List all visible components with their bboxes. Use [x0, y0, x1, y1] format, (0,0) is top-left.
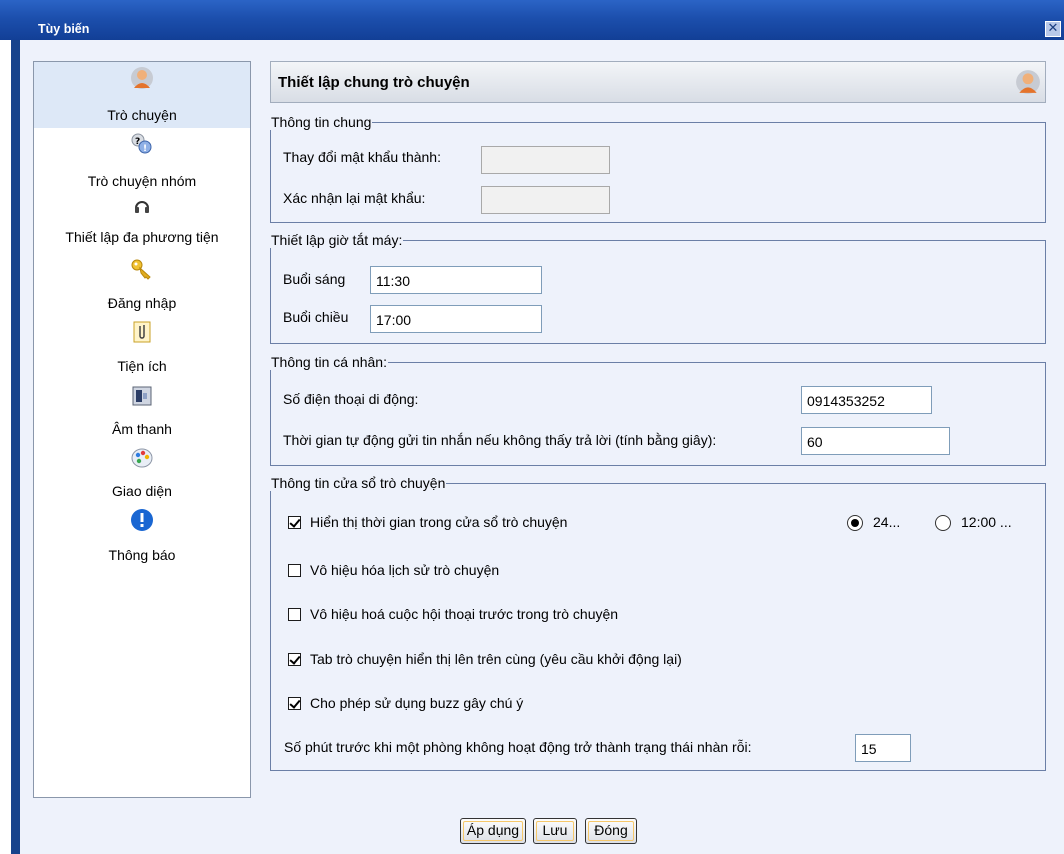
info-icon — [131, 509, 153, 531]
close-button[interactable]: Đóng — [585, 818, 637, 844]
autoreply-seconds-field[interactable]: 60 — [801, 427, 950, 455]
page-header: Thiết lập chung trò chuyện — [270, 61, 1046, 103]
confirm-password-label: Xác nhận lại mật khẩu: — [283, 190, 426, 206]
chat-window-legend: Thông tin cửa sổ trò chuyện — [271, 475, 446, 491]
window-title: Tùy biến — [38, 22, 90, 36]
clip-icon — [133, 321, 151, 343]
morning-time-field[interactable]: 11:30 — [370, 266, 542, 294]
preferences-window: Tùy biến ✕ Trò chuyện ? ! Trò chuyện nhó… — [0, 0, 1064, 854]
sidebar-item-login[interactable]: Đăng nhập — [34, 250, 250, 314]
phone-label: Số điện thoại di động: — [283, 391, 419, 407]
allow-buzz-label: Cho phép sử dụng buzz gây chú ý — [310, 695, 524, 711]
page-title: Thiết lập chung trò chuyện — [278, 74, 470, 91]
sidebar-item-notifications[interactable]: Thông báo — [34, 500, 250, 566]
palette-icon — [131, 448, 153, 468]
sidebar-item-appearance[interactable]: Giao diện — [34, 438, 250, 500]
radio-12h-label: 12:00 ... — [961, 514, 1012, 530]
sidebar-item-label: Trò chuyện nhóm — [87, 173, 197, 189]
radio-24h-label: 24... — [873, 514, 901, 530]
checkbox-tabs-on-top[interactable] — [288, 653, 301, 666]
sidebar-item-media[interactable]: Thiết lập đa phương tiện — [34, 190, 250, 250]
sidebar-item-label: Thông báo — [108, 547, 176, 563]
radio-12h[interactable] — [935, 515, 951, 531]
general-group: Thông tin chung — [270, 114, 1046, 223]
headset-icon — [135, 201, 149, 213]
general-legend: Thông tin chung — [271, 114, 372, 130]
apply-button[interactable]: Áp dụng — [460, 818, 526, 844]
sidebar-item-chat[interactable]: Trò chuyện — [34, 62, 250, 128]
radio-24h[interactable] — [847, 515, 863, 531]
svg-text:!: ! — [143, 144, 147, 154]
sidebar-item-label: Âm thanh — [112, 421, 172, 437]
sidebar-item-label: Đăng nhập — [107, 295, 177, 311]
show-time-label: Hiển thị thời gian trong cửa sổ trò chuy… — [310, 514, 568, 530]
checkbox-show-time[interactable] — [288, 516, 301, 529]
window-frame — [0, 40, 20, 854]
close-icon[interactable]: ✕ — [1045, 21, 1061, 37]
save-button[interactable]: Lưu — [533, 818, 577, 844]
checkbox-disable-history[interactable] — [288, 564, 301, 577]
idle-minutes-field[interactable]: 15 — [855, 734, 911, 762]
user-chat-icon — [1016, 70, 1040, 94]
key-icon — [131, 259, 151, 280]
sidebar-item-label: Thiết lập đa phương tiện — [65, 229, 219, 245]
sidebar-item-utilities[interactable]: Tiện ích — [34, 314, 250, 376]
sidebar-item-label: Tiện ích — [117, 358, 167, 374]
group-chat-icon: ? ! — [131, 133, 152, 154]
sidebar-item-group-chat[interactable]: ? ! Trò chuyện nhóm — [34, 128, 250, 190]
phone-field[interactable]: 0914353252 — [801, 386, 932, 414]
sidebar: Trò chuyện ? ! Trò chuyện nhóm Thiết lập… — [33, 61, 251, 798]
checkbox-allow-buzz[interactable] — [288, 697, 301, 710]
sidebar-item-sound[interactable]: Âm thanh — [34, 376, 250, 438]
title-bar[interactable]: Tùy biến ✕ — [0, 0, 1064, 40]
sound-icon — [132, 386, 152, 406]
idle-minutes-label: Số phút trước khi một phòng không hoạt đ… — [284, 739, 752, 755]
change-password-label: Thay đổi mật khẩu thành: — [283, 149, 441, 165]
change-password-field[interactable] — [481, 146, 610, 174]
confirm-password-field[interactable] — [481, 186, 610, 214]
afternoon-time-field[interactable]: 17:00 — [370, 305, 542, 333]
autoreply-label: Thời gian tự động gửi tin nhắn nếu không… — [283, 432, 717, 448]
sidebar-item-label: Trò chuyện — [107, 107, 177, 123]
shutdown-legend: Thiết lập giờ tắt máy: — [271, 232, 403, 248]
user-chat-icon — [131, 67, 153, 89]
sidebar-item-label: Giao diện — [112, 483, 172, 499]
disable-history-label: Vô hiệu hóa lịch sử trò chuyện — [310, 562, 500, 578]
personal-legend: Thông tin cá nhân: — [271, 354, 387, 370]
checkbox-disable-previous[interactable] — [288, 608, 301, 621]
disable-previous-label: Vô hiệu hoá cuộc hội thoại trước trong t… — [310, 606, 619, 622]
afternoon-label: Buổi chiều — [283, 309, 349, 325]
tabs-on-top-label: Tab trò chuyện hiển thị lên trên cùng (y… — [310, 651, 682, 667]
morning-label: Buổi sáng — [283, 271, 346, 287]
